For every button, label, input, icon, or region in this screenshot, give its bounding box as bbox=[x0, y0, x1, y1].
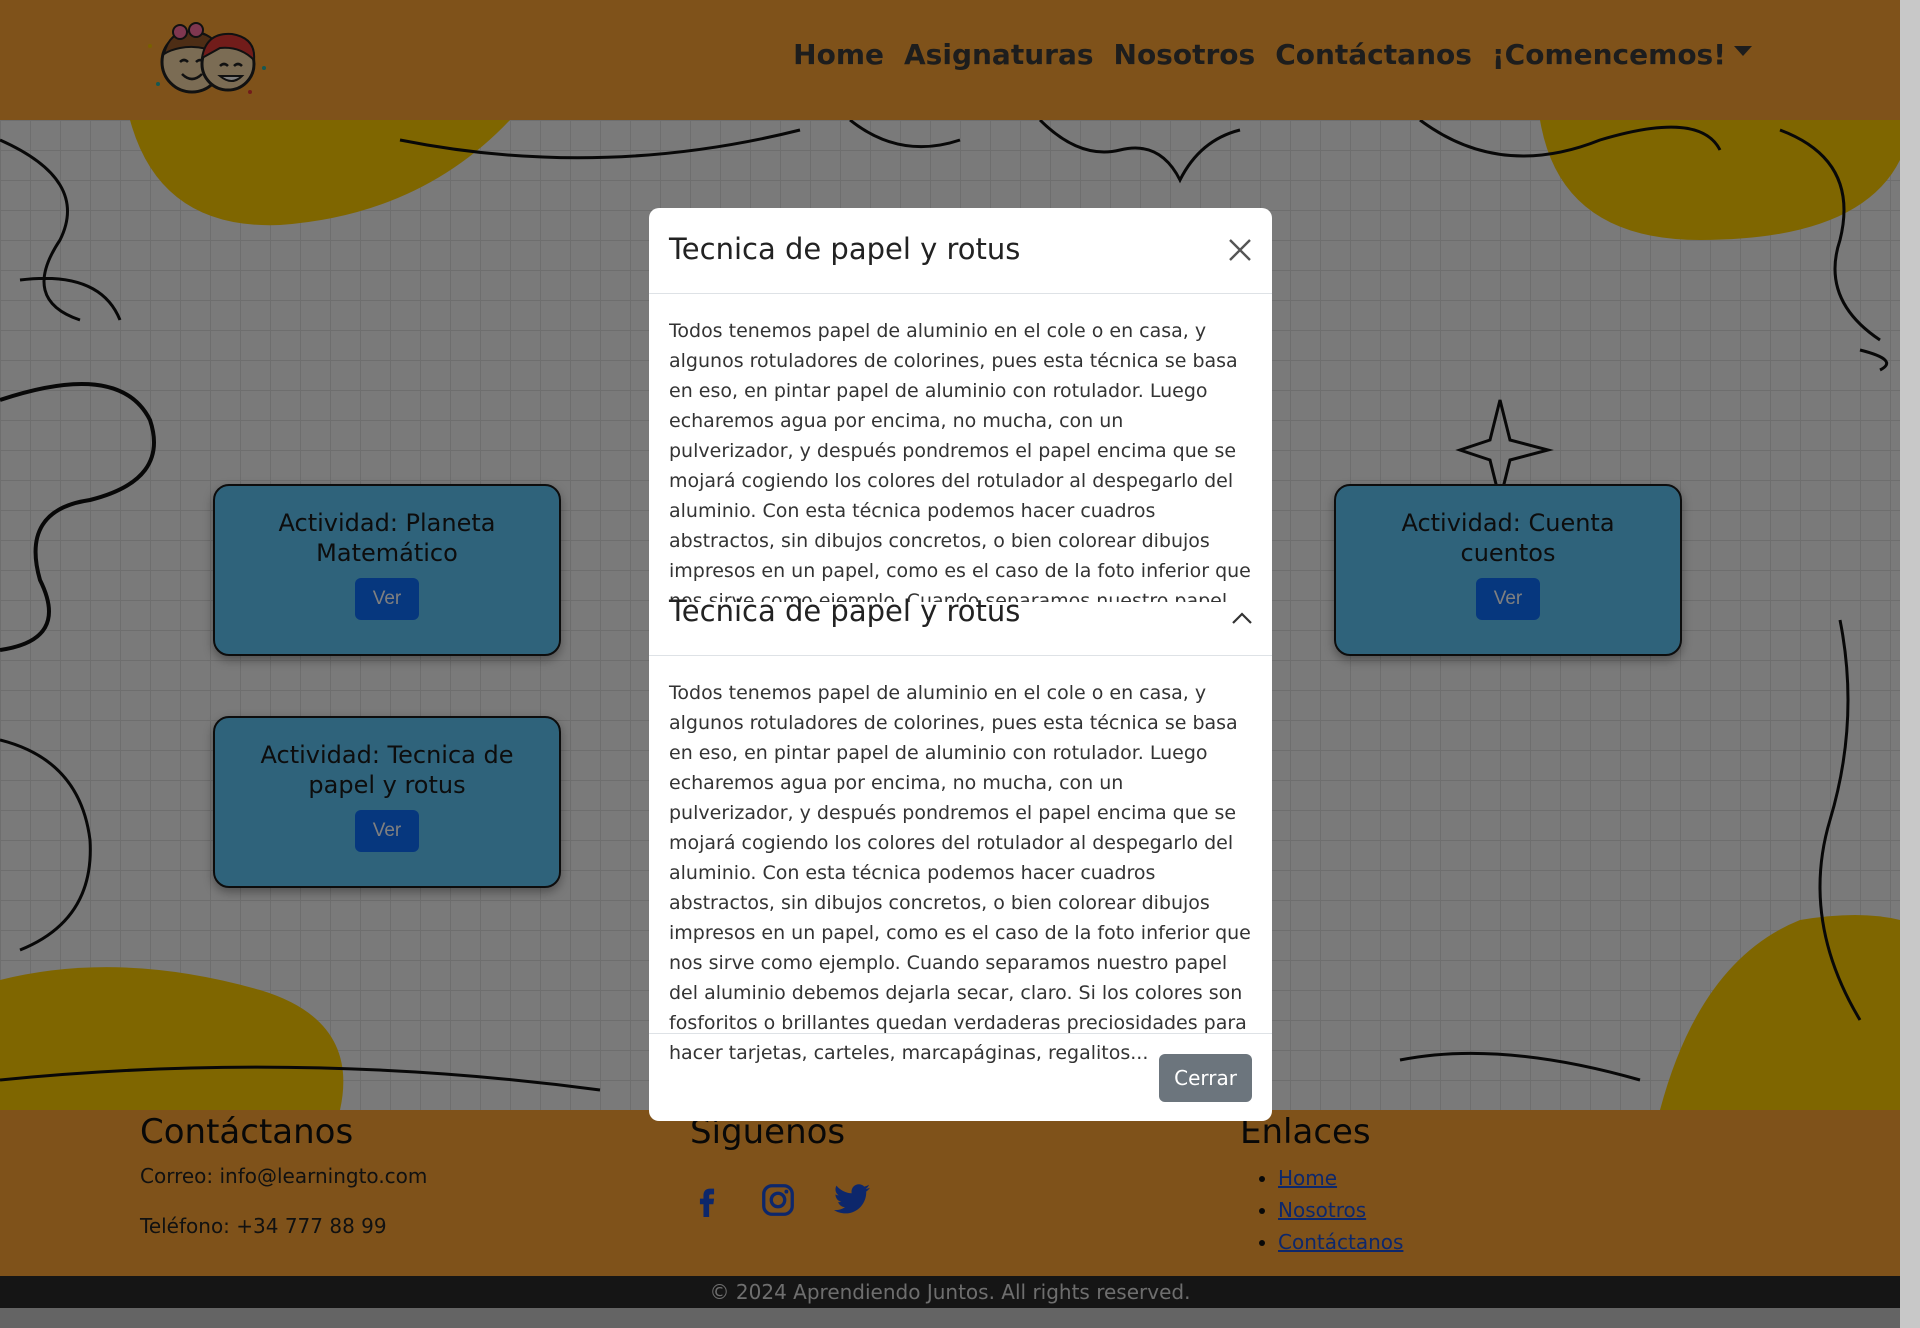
modal-scroll-text[interactable]: Todos tenemos papel de aluminio en el co… bbox=[669, 316, 1252, 602]
vertical-scrollbar[interactable] bbox=[1900, 0, 1920, 1328]
accordion-header[interactable]: Tecnica de papel y rotus bbox=[649, 596, 1272, 656]
modal-body-text: Todos tenemos papel de aluminio en el co… bbox=[669, 320, 1251, 602]
close-icon[interactable] bbox=[1226, 236, 1254, 264]
accordion-title: Tecnica de papel y rotus bbox=[669, 594, 1021, 628]
accordion-body-text: Todos tenemos papel de aluminio en el co… bbox=[669, 682, 1251, 1064]
accordion-body: Todos tenemos papel de aluminio en el co… bbox=[669, 656, 1252, 1064]
modal-title: Tecnica de papel y rotus bbox=[669, 232, 1021, 266]
modal-body: Todos tenemos papel de aluminio en el co… bbox=[649, 294, 1272, 1064]
cerrar-button[interactable]: Cerrar bbox=[1159, 1054, 1252, 1102]
chevron-up-icon[interactable] bbox=[1230, 608, 1254, 638]
activity-modal: Tecnica de papel y rotus Todos tenemos p… bbox=[649, 208, 1272, 1121]
modal-header: Tecnica de papel y rotus bbox=[649, 208, 1272, 294]
modal-footer: Cerrar bbox=[649, 1033, 1272, 1121]
